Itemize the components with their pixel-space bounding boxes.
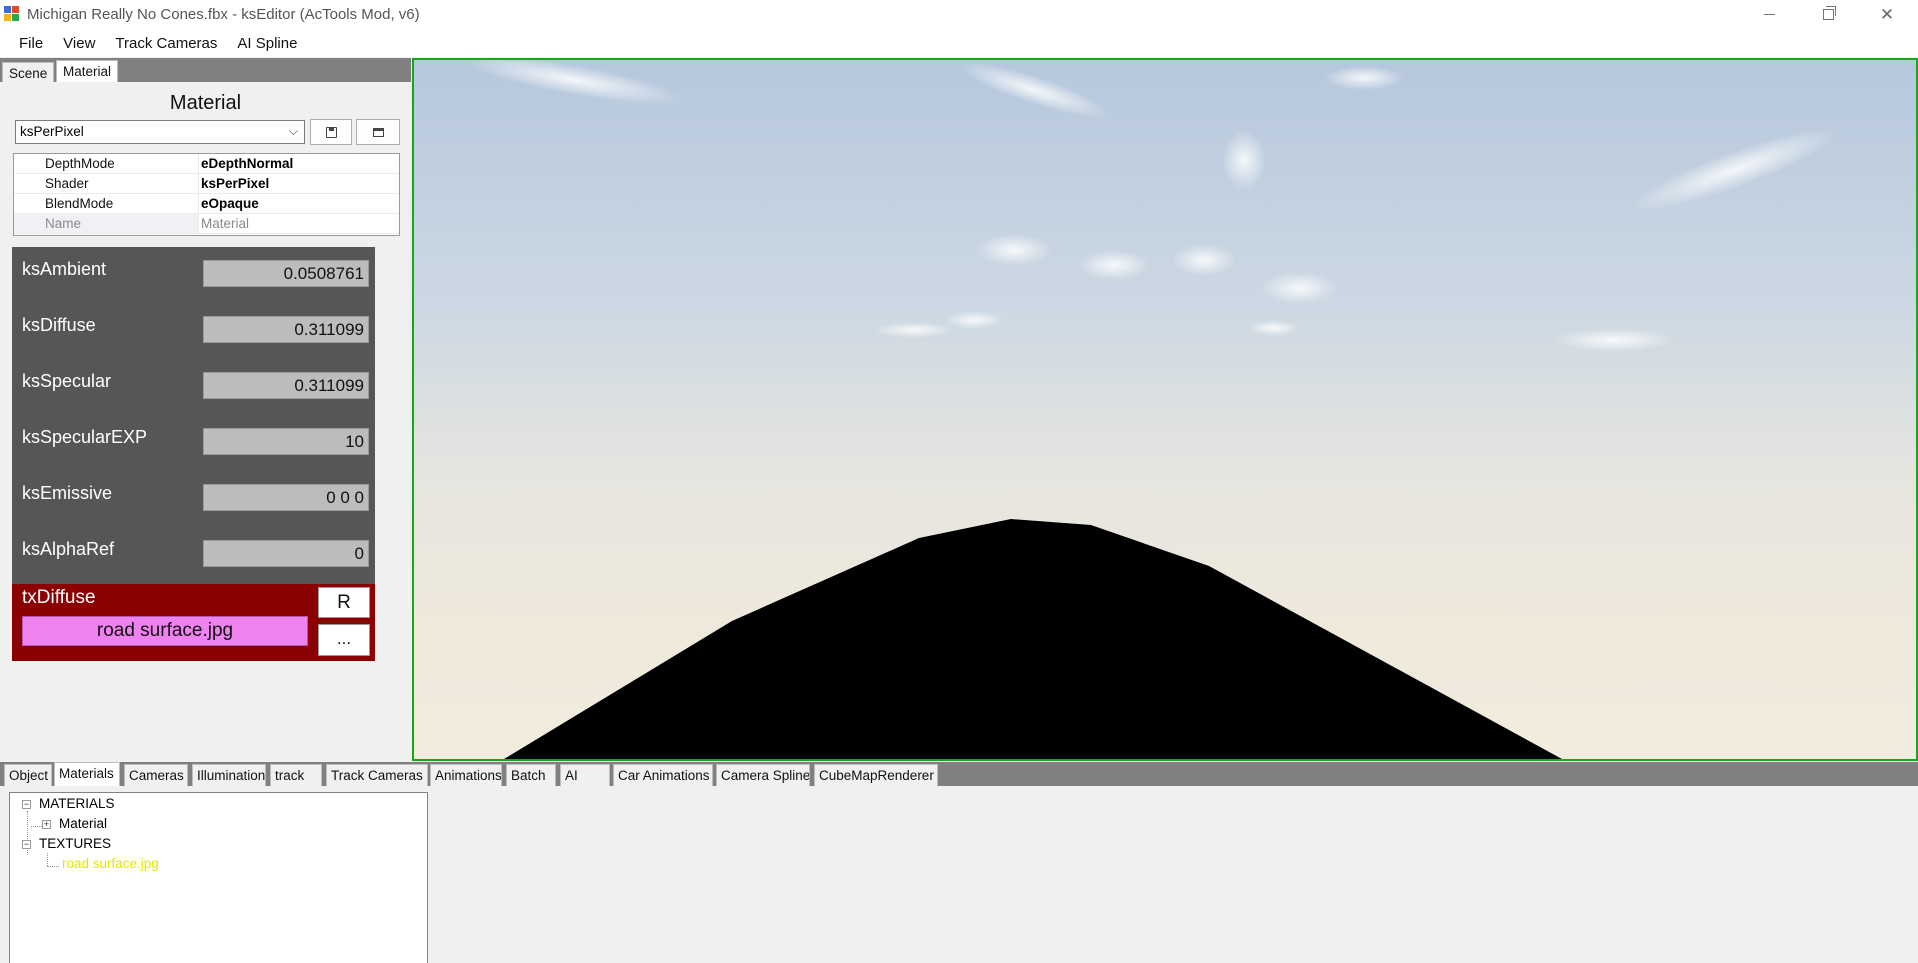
property-name: DepthMode — [45, 156, 115, 171]
shader-select[interactable]: ksPerPixel ⌵ — [15, 120, 305, 144]
tab-batch[interactable]: Batch — [506, 764, 556, 786]
property-name: BlendMode — [45, 196, 114, 211]
texture-reset-button[interactable]: R — [318, 587, 370, 618]
param-label: ksAmbient — [22, 259, 107, 279]
menu-track-cameras[interactable]: Track Cameras — [107, 31, 229, 56]
param-input[interactable]: 10 — [203, 428, 369, 455]
menu-view[interactable]: View — [55, 31, 107, 56]
param-label: ksEmissive — [22, 483, 113, 503]
texture-file-field[interactable]: road surface.jpg — [22, 616, 308, 646]
tree-node-label: MATERIALS — [39, 796, 115, 811]
tab-object[interactable]: Object — [4, 764, 52, 786]
property-value: Material — [201, 216, 250, 231]
tree-node-label: Material — [59, 816, 108, 831]
param-label: ksSpecular — [22, 371, 112, 391]
tree-node-label: road surface.jpg — [62, 856, 159, 871]
property-row-blendmode[interactable]: BlendMode eOpaque — [14, 194, 399, 214]
window-icon — [372, 127, 384, 137]
restore-icon — [1822, 6, 1836, 20]
tab-car-animations[interactable]: Car Animations — [613, 764, 713, 786]
param-row-ksalpharef: ksAlphaRef 0 — [12, 527, 375, 583]
menu-file[interactable]: File — [11, 31, 55, 56]
param-input[interactable]: 0.0508761 — [203, 260, 369, 287]
expand-icon[interactable]: + — [42, 820, 51, 829]
app-icon — [4, 6, 20, 22]
param-row-ksambient: ksAmbient 0.0508761 — [12, 247, 375, 303]
viewport-render — [414, 60, 1916, 759]
property-name: Name — [45, 216, 82, 231]
param-input[interactable]: 0 — [203, 540, 369, 567]
tree-node-road-surface-texture[interactable]: road surface.jpg — [62, 856, 159, 871]
left-tab-strip: Scene Material — [0, 58, 411, 82]
texture-browse-button[interactable]: ... — [318, 624, 370, 656]
tab-cameras[interactable]: Cameras — [124, 764, 188, 786]
save-material-button[interactable] — [310, 119, 352, 145]
param-input[interactable]: 0.311099 — [203, 372, 369, 399]
param-label: ksSpecularEXP — [22, 427, 148, 447]
collapse-icon[interactable]: − — [22, 800, 31, 809]
3d-viewport[interactable] — [412, 58, 1918, 761]
property-value[interactable]: ksPerPixel — [201, 176, 269, 191]
materials-tree[interactable]: − MATERIALS + Material − TEXTURES road s… — [9, 792, 428, 963]
tab-ai[interactable]: AI — [560, 764, 610, 786]
tab-camera-spline[interactable]: Camera Spline — [716, 764, 810, 786]
bottom-tab-strip: Object Materials Cameras Illumination tr… — [0, 762, 1918, 786]
tab-track[interactable]: track — [270, 764, 322, 786]
property-row-shader[interactable]: Shader ksPerPixel — [14, 174, 399, 194]
property-value[interactable]: eDepthNormal — [201, 156, 293, 171]
param-row-ksspecular: ksSpecular 0.311099 — [12, 359, 375, 415]
param-row-ksspecularexp: ksSpecularEXP 10 — [12, 415, 375, 471]
material-panel: Material ksPerPixel ⌵ DepthMode eDepthNo… — [0, 82, 411, 760]
param-label: ksAlphaRef — [22, 539, 115, 559]
texture-slot-label: txDiffuse — [22, 587, 96, 608]
tab-animations[interactable]: Animations — [430, 764, 502, 786]
property-value[interactable]: eOpaque — [201, 196, 259, 211]
param-row-ksemissive: ksEmissive 0 0 0 — [12, 471, 375, 527]
param-label: ksDiffuse — [22, 315, 96, 335]
menu-ai-spline[interactable]: AI Spline — [229, 31, 309, 56]
property-name: Shader — [45, 176, 89, 191]
tree-node-label: TEXTURES — [39, 836, 112, 851]
property-row-name[interactable]: Name Material — [14, 214, 399, 234]
save-icon — [325, 126, 337, 138]
title-bar: Michigan Really No Cones.fbx - ksEditor … — [0, 0, 1918, 29]
menu-bar: File View Track Cameras AI Spline — [0, 29, 1918, 57]
view-material-button[interactable] — [356, 119, 400, 145]
param-input[interactable]: 0.311099 — [203, 316, 369, 343]
tab-materials[interactable]: Materials — [54, 762, 120, 786]
minimize-icon — [1763, 14, 1775, 15]
materials-tab-content: − MATERIALS + Material − TEXTURES road s… — [0, 786, 1918, 963]
minimize-button[interactable] — [1740, 0, 1798, 29]
window-title: Michigan Really No Cones.fbx - ksEditor … — [27, 6, 420, 23]
close-button[interactable]: ✕ — [1858, 0, 1916, 29]
param-input[interactable]: 0 0 0 — [203, 484, 369, 511]
property-row-depthmode[interactable]: DepthMode eDepthNormal — [14, 154, 399, 174]
close-icon: ✕ — [1879, 4, 1895, 24]
tab-track-cameras[interactable]: Track Cameras — [326, 764, 428, 786]
collapse-icon[interactable]: − — [22, 840, 31, 849]
tab-illumination[interactable]: Illumination — [192, 764, 266, 786]
property-grid: DepthMode eDepthNormal Shader ksPerPixel… — [13, 153, 400, 236]
chevron-down-icon: ⌵ — [288, 124, 298, 138]
shader-select-value: ksPerPixel — [20, 124, 84, 139]
restore-button[interactable] — [1799, 0, 1857, 29]
tab-scene[interactable]: Scene — [2, 62, 55, 82]
shader-parameters-panel: ksAmbient 0.0508761 ksDiffuse 0.311099 k… — [12, 247, 375, 584]
tab-material[interactable]: Material — [56, 60, 119, 82]
tab-cubemaprenderer[interactable]: CubeMapRenderer — [814, 764, 938, 786]
material-heading: Material — [169, 92, 242, 114]
param-row-ksdiffuse: ksDiffuse 0.311099 — [12, 303, 375, 359]
texture-slot-panel: txDiffuse road surface.jpg R ... — [12, 584, 375, 661]
